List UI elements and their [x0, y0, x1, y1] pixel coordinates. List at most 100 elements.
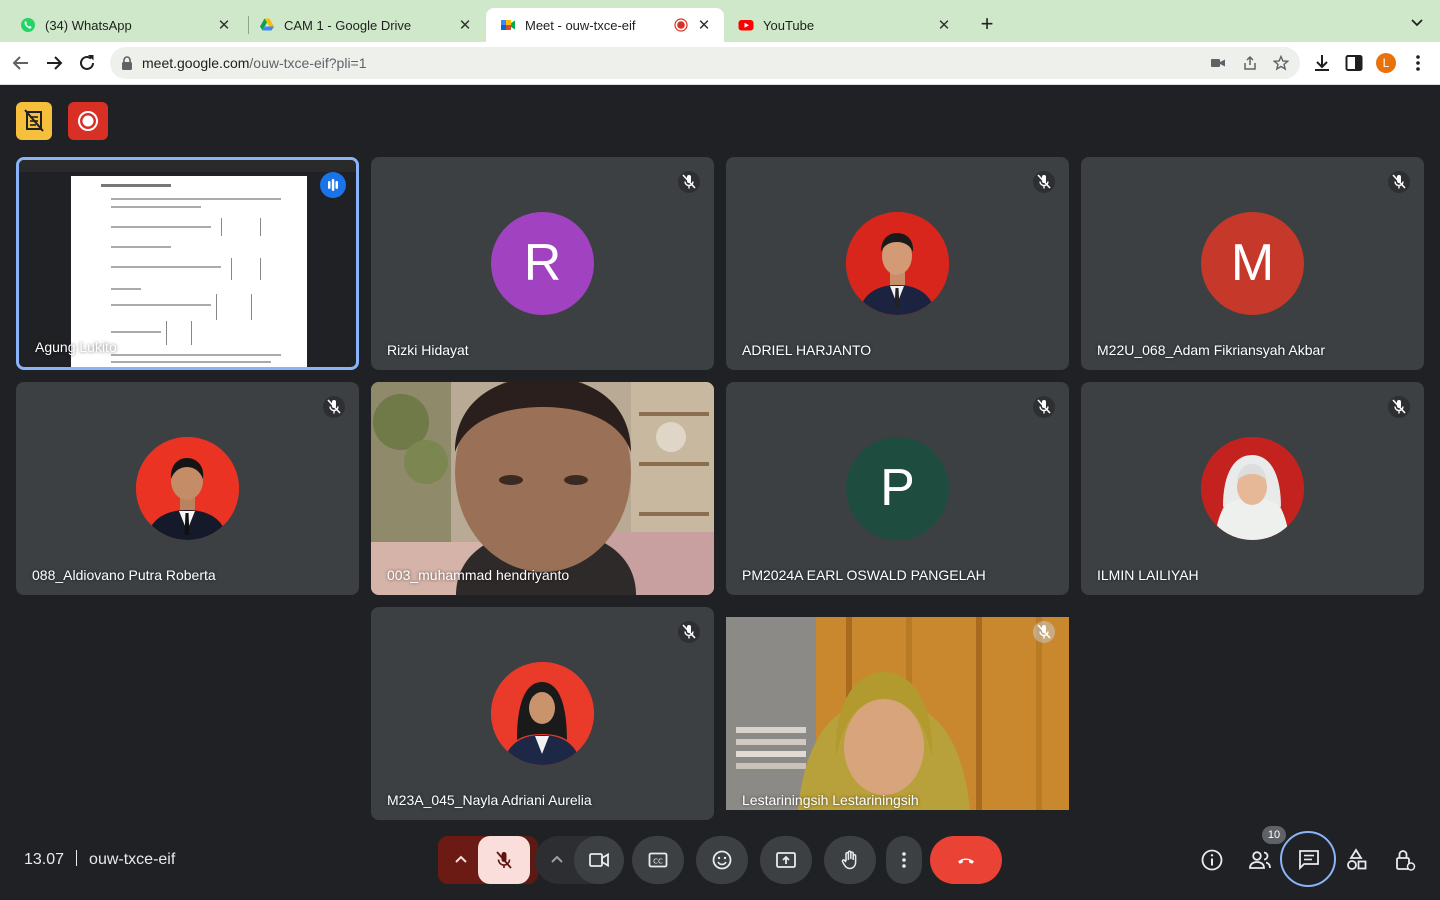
close-tab-icon[interactable]: ✕ [936, 16, 952, 34]
participant-name: M23A_045_Nayla Adriani Aurelia [387, 792, 592, 808]
reactions-button[interactable] [696, 836, 748, 884]
close-tab-icon[interactable]: ✕ [457, 16, 473, 34]
participant-tile-camera[interactable]: 003_muhammad hendriyanto [371, 382, 714, 595]
participant-tile[interactable]: R Rizki Hidayat [371, 157, 714, 370]
google-drive-icon [260, 18, 274, 31]
audio-level-icon [328, 179, 338, 191]
kebab-menu-icon [902, 852, 906, 868]
url-path: /ouw-txce-eif?pli=1 [249, 55, 367, 71]
tab-whatsapp[interactable]: (34) WhatsApp ✕ [6, 8, 244, 42]
tab-google-drive[interactable]: CAM 1 - Google Drive ✕ [245, 8, 485, 42]
chevron-up-icon [455, 855, 467, 863]
host-management-badge[interactable] [16, 102, 52, 140]
hang-up-icon [958, 858, 974, 864]
chat-icon [1299, 850, 1319, 871]
participant-tile[interactable]: M M22U_068_Adam Fikriansyah Akbar [1081, 157, 1424, 370]
address-bar[interactable]: meet.google.com/ouw-txce-eif?pli=1 [110, 47, 1300, 79]
mic-off-icon [323, 396, 345, 418]
raise-hand-icon [841, 850, 857, 870]
host-controls-lock-icon[interactable] [1392, 847, 1418, 873]
tab-title: CAM 1 - Google Drive [284, 17, 412, 33]
mic-off-icon [678, 171, 700, 193]
participant-name: PM2024A EARL OSWALD PANGELAH [742, 567, 986, 583]
present-screen-button[interactable] [760, 836, 812, 884]
participant-tile-screen-share[interactable]: Agung Lukito [16, 157, 359, 370]
back-arrow-icon[interactable] [10, 52, 32, 74]
forward-arrow-icon[interactable] [43, 52, 65, 74]
close-tab-icon[interactable]: ✕ [216, 16, 232, 34]
tab-youtube[interactable]: YouTube ✕ [724, 8, 964, 42]
kebab-menu-icon[interactable] [1408, 53, 1428, 73]
mic-off-icon [1033, 171, 1055, 193]
bookmark-star-icon[interactable] [1273, 55, 1289, 71]
speaking-indicator [320, 172, 346, 198]
tab-google-meet[interactable]: Meet - ouw-txce-eif ✕ [486, 8, 724, 42]
participant-tile[interactable]: ILMIN LAILIYAH [1081, 382, 1424, 595]
side-panel-icon[interactable] [1344, 53, 1364, 73]
meeting-details: 13.07 ouw-txce-eif [24, 850, 175, 869]
more-options-button[interactable] [886, 836, 922, 884]
shared-screen-toolbar [19, 160, 356, 172]
participant-name: ADRIEL HARJANTO [742, 342, 872, 358]
avatar: R [491, 212, 594, 315]
mic-off-icon [1033, 396, 1055, 418]
raise-hand-button[interactable] [824, 836, 876, 884]
captions-button[interactable]: CC [632, 836, 684, 884]
url-text[interactable]: meet.google.com/ouw-txce-eif?pli=1 [142, 55, 367, 71]
activities-icon[interactable] [1344, 847, 1370, 873]
participant-tile[interactable]: M23A_045_Nayla Adriani Aurelia [371, 607, 714, 820]
chevron-up-icon [551, 855, 563, 863]
chevron-down-icon[interactable] [1408, 14, 1426, 32]
svg-text:CC: CC [653, 858, 663, 866]
participant-name: Lestariningsih Lestariningsih [742, 792, 919, 808]
tab-title: YouTube [763, 17, 815, 33]
tab-title: (34) WhatsApp [45, 17, 132, 33]
browser-toolbar: meet.google.com/ouw-txce-eif?pli=1 L [0, 42, 1440, 85]
new-tab-button[interactable]: + [976, 13, 998, 35]
no-stats-icon [24, 109, 44, 132]
mic-toggle-button[interactable] [478, 836, 530, 884]
participant-tile[interactable]: P PM2024A EARL OSWALD PANGELAH [726, 382, 1069, 595]
recording-badge[interactable] [68, 102, 108, 140]
participant-name: Agung Lukito [35, 339, 117, 355]
mic-off-icon [1033, 621, 1055, 643]
participant-tile[interactable]: ADRIEL HARJANTO [726, 157, 1069, 370]
avatar [491, 662, 594, 765]
google-meet-icon [501, 20, 515, 30]
participant-tile[interactable]: 088_Aldiovano Putra Roberta [16, 382, 359, 595]
participant-name: 003_muhammad hendriyanto [387, 567, 570, 583]
person-photo [136, 437, 239, 540]
camera-feed [371, 382, 714, 595]
avatar [1201, 437, 1304, 540]
reload-icon[interactable] [76, 52, 98, 74]
avatar [136, 437, 239, 540]
camera-toggle-button[interactable] [574, 836, 624, 884]
youtube-icon [738, 20, 754, 31]
chat-button[interactable] [1280, 831, 1336, 887]
mic-off-icon [1388, 396, 1410, 418]
camera-options-button[interactable] [535, 836, 579, 884]
people-icon[interactable] [1247, 847, 1273, 873]
profile-avatar[interactable]: L [1376, 53, 1396, 73]
emoji-icon [712, 850, 732, 870]
current-time: 13.07 [24, 851, 65, 868]
participant-name: 088_Aldiovano Putra Roberta [32, 567, 216, 583]
camera-in-use-icon[interactable] [1210, 55, 1226, 71]
avatar [846, 212, 949, 315]
participant-tile-camera[interactable]: Lestariningsih Lestariningsih [726, 607, 1069, 820]
download-icon[interactable] [1312, 53, 1332, 73]
record-icon [78, 111, 98, 131]
camera-feed [726, 607, 1069, 820]
leave-call-button[interactable] [930, 836, 1002, 884]
share-icon[interactable] [1242, 55, 1258, 71]
recording-indicator-icon [674, 18, 688, 32]
present-screen-icon [776, 852, 796, 868]
lock-icon[interactable] [120, 55, 134, 71]
info-icon[interactable] [1199, 847, 1225, 873]
mic-off-icon [1388, 171, 1410, 193]
avatar: M [1201, 212, 1304, 315]
tab-title: Meet - ouw-txce-eif [525, 17, 636, 33]
close-tab-icon[interactable]: ✕ [696, 16, 712, 34]
participant-count-badge: 10 [1262, 826, 1286, 844]
closed-captions-icon: CC [648, 852, 668, 868]
